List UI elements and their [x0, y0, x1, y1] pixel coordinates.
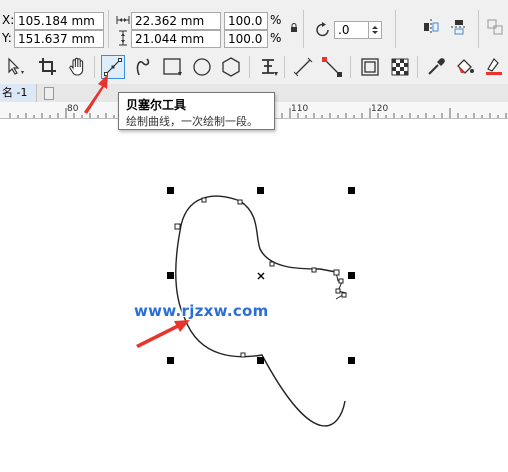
rotate-icon: [314, 21, 332, 42]
crop-tool-button[interactable]: [36, 55, 60, 79]
mirror-vertical-icon[interactable]: [450, 18, 468, 39]
eyedropper-tool-button[interactable]: [424, 55, 448, 79]
ruler-label-120: 120: [371, 104, 389, 114]
property-bar: X: 105.184 mm Y: 151.637 mm 22.362 mm 21…: [0, 0, 508, 50]
interactive-fill-tool-button[interactable]: [453, 55, 477, 79]
x-position-field[interactable]: 105.184 mm: [14, 12, 104, 30]
mirror-horizontal-icon[interactable]: [422, 18, 440, 39]
pick-tool-icon: [8, 57, 24, 75]
smart-fill-tool-button[interactable]: [482, 55, 506, 79]
checkerboard-icon: [391, 58, 409, 76]
rectangle-tool-button[interactable]: [160, 55, 184, 79]
dimension-icon: [293, 57, 313, 77]
lock-ratio-icon[interactable]: [290, 22, 298, 36]
drop-shadow-icon: [361, 58, 379, 76]
text-tool-icon: [262, 59, 278, 76]
drop-shadow-tool-button[interactable]: [358, 55, 382, 79]
y-label: Y:: [2, 31, 12, 45]
parallel-dimension-tool-button[interactable]: [291, 55, 315, 79]
y-position-field[interactable]: 151.637 mm: [14, 30, 104, 48]
height-icon: [118, 30, 128, 49]
new-tab-icon[interactable]: [44, 87, 54, 100]
ellipse-tool-button[interactable]: [190, 55, 214, 79]
to-curves-icon[interactable]: [486, 18, 504, 39]
percent-y-label: %: [270, 31, 282, 45]
ruler-label-80: 80: [67, 104, 79, 114]
artistic-media-tool-button[interactable]: [131, 55, 155, 79]
pick-tool-button[interactable]: [3, 55, 27, 79]
connector-icon: [322, 57, 342, 77]
connector-tool-button[interactable]: [320, 55, 344, 79]
drawing-canvas[interactable]: [0, 119, 508, 472]
ruler-label-110: 110: [291, 104, 309, 114]
x-label: X:: [2, 13, 15, 27]
width-field[interactable]: 22.362 mm: [131, 12, 221, 30]
rotation-stepper[interactable]: [368, 21, 382, 39]
crop-tool-icon: [39, 58, 56, 75]
percent-x-label: %: [270, 13, 282, 27]
document-tab-label: 名 -1: [2, 86, 28, 99]
polygon-icon: [222, 57, 240, 77]
artistic-media-icon: [136, 58, 150, 76]
scale-x-field[interactable]: 100.0: [224, 12, 268, 30]
ellipse-icon: [193, 58, 211, 76]
smart-fill-icon: [486, 58, 502, 75]
fill-bucket-icon: [457, 59, 474, 74]
tooltip-title: 贝塞尔工具: [126, 98, 187, 112]
watermark: www.rjzxw.com: [134, 302, 269, 320]
tooltip-description: 绘制曲线，一次绘制一段。: [126, 115, 258, 128]
eyedropper-icon: [428, 58, 445, 75]
text-tool-button[interactable]: [256, 55, 280, 79]
toolbox: [0, 50, 508, 85]
document-tab[interactable]: 名 -1: [0, 84, 37, 102]
width-icon: [116, 14, 130, 29]
scale-y-field[interactable]: 100.0: [224, 30, 268, 48]
rotation-field[interactable]: .0: [334, 21, 369, 39]
rectangle-icon: [163, 58, 182, 76]
transparency-tool-button[interactable]: [388, 55, 412, 79]
height-field[interactable]: 21.044 mm: [131, 30, 221, 48]
tool-pointer-arrow: [84, 74, 108, 114]
bezier-tool-tooltip: 贝塞尔工具 绘制曲线，一次绘制一段。: [118, 92, 275, 130]
polygon-tool-button[interactable]: [219, 55, 243, 79]
